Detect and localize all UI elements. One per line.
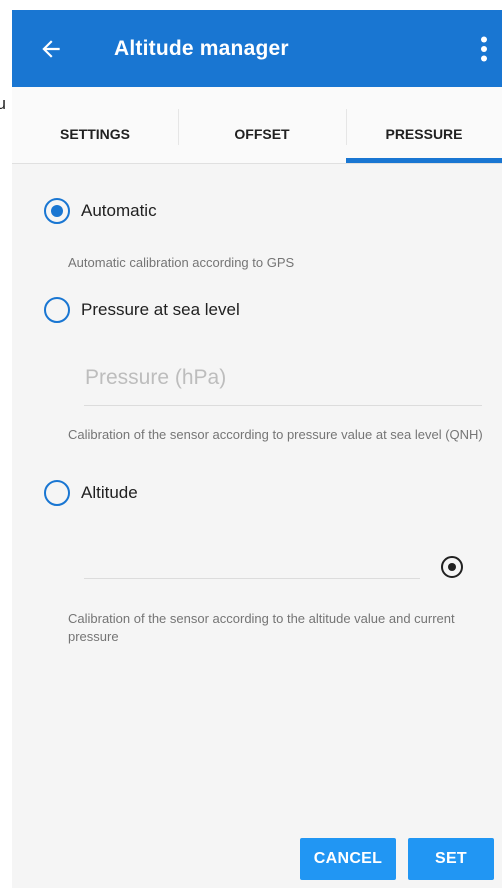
tab-pressure[interactable]: PRESSURE bbox=[346, 87, 502, 161]
radio-altitude[interactable] bbox=[44, 480, 70, 506]
tab-bar-divider bbox=[12, 163, 502, 164]
altitude-description: Calibration of the sensor according to t… bbox=[68, 611, 455, 644]
automatic-description: Automatic calibration according to GPS bbox=[68, 255, 295, 270]
altitude-manager-screen: Altitude manager SETTINGS OFFSET PRESSUR… bbox=[12, 10, 502, 888]
pressure-sea-level-label[interactable]: Pressure at sea level bbox=[81, 300, 240, 320]
stray-text-fragment: u bbox=[0, 94, 6, 113]
radio-pressure-sea-level[interactable] bbox=[44, 297, 70, 323]
set-button[interactable]: SET bbox=[408, 838, 494, 880]
automatic-label[interactable]: Automatic bbox=[81, 201, 157, 221]
cancel-button[interactable]: CANCEL bbox=[300, 838, 396, 880]
radio-automatic[interactable] bbox=[44, 198, 70, 224]
tab-bar: SETTINGS OFFSET PRESSURE bbox=[12, 87, 502, 164]
altitude-label[interactable]: Altitude bbox=[81, 483, 138, 503]
page-title: Altitude manager bbox=[114, 37, 289, 60]
arrow-left-icon[interactable] bbox=[38, 36, 64, 62]
tab-settings[interactable]: SETTINGS bbox=[12, 87, 178, 161]
gps-fix-icon[interactable] bbox=[441, 556, 463, 578]
pressure-input-underline bbox=[84, 405, 482, 406]
more-vert-icon[interactable] bbox=[480, 36, 488, 62]
sea-level-description: Calibration of the sensor according to p… bbox=[68, 427, 483, 442]
pressure-input[interactable]: Pressure (hPa) bbox=[85, 366, 226, 390]
tab-offset[interactable]: OFFSET bbox=[178, 87, 346, 161]
app-bar: Altitude manager bbox=[12, 10, 502, 87]
altitude-input-underline bbox=[84, 578, 420, 579]
